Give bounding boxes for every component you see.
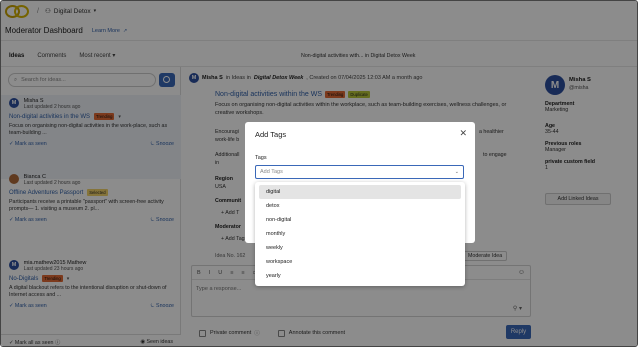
tag-option-non-digital[interactable]: non-digital bbox=[259, 213, 461, 227]
tags-dropdown: digital detox non-digital monthly weekly… bbox=[255, 182, 465, 286]
tag-option-weekly[interactable]: weekly bbox=[259, 241, 461, 255]
tags-placeholder: Add Tags bbox=[260, 169, 283, 175]
tag-option-monthly[interactable]: monthly bbox=[259, 227, 461, 241]
tag-option-yearly[interactable]: yearly bbox=[259, 269, 461, 283]
app-window: / ⚇ Digital Detox ▾ Moderator Dashboard … bbox=[0, 0, 638, 347]
tags-select[interactable]: Add Tags ⌄ bbox=[255, 165, 464, 179]
tag-option-detox[interactable]: detox bbox=[259, 199, 461, 213]
close-icon[interactable]: ✕ bbox=[459, 128, 467, 139]
chevron-down-icon: ⌄ bbox=[454, 169, 459, 175]
tag-option-workspace[interactable]: workspace bbox=[259, 255, 461, 269]
tag-option-digital[interactable]: digital bbox=[259, 185, 461, 199]
tags-label: Tags bbox=[255, 155, 267, 161]
dialog-title: Add Tags bbox=[255, 130, 287, 139]
